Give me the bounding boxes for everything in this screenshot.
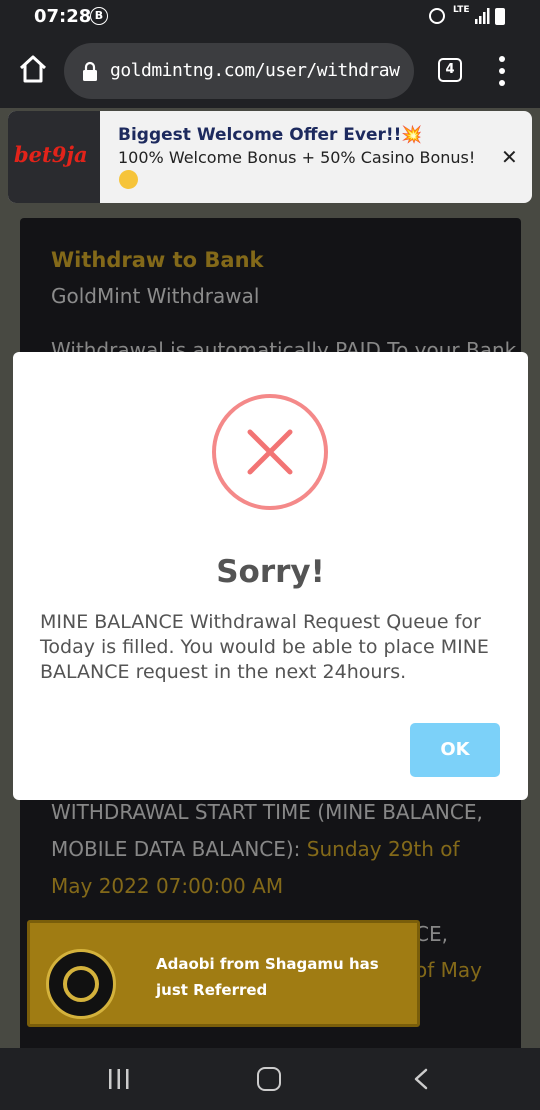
system-nav-bar <box>0 1048 540 1110</box>
logo-inner-ring <box>63 966 99 1002</box>
alarm-icon <box>429 8 445 24</box>
error-dialog: Sorry! MINE BALANCE Withdrawal Request Q… <box>13 352 528 800</box>
ad-text: 100% Welcome Bonus + 50% Casino Bonus! <box>118 148 476 167</box>
ad-banner[interactable]: bet9ja Biggest Welcome Offer Ever!!💥 100… <box>8 111 532 203</box>
ad-title: Biggest Welcome Offer Ever!!💥 <box>118 125 423 145</box>
ad-close-button[interactable]: ✕ <box>501 145 518 169</box>
card-subtitle: GoldMint Withdrawal <box>51 284 260 308</box>
ad-logo-text: bet9ja <box>14 142 88 167</box>
lte-label: LTE <box>453 5 470 15</box>
status-time: 07:28 <box>34 6 92 27</box>
lock-icon <box>83 61 97 81</box>
goldmint-logo-icon <box>46 949 116 1019</box>
referral-toast[interactable]: Adaobi from Shagamu has just Referred <box>27 920 420 1027</box>
address-bar[interactable]: goldmintng.com/user/withdraw <box>64 43 414 99</box>
home-icon[interactable] <box>16 52 50 86</box>
status-bar: 07:28 B LTE <box>0 0 540 36</box>
back-icon[interactable] <box>412 1068 430 1090</box>
url-text: goldmintng.com/user/withdraw <box>110 60 400 81</box>
more-menu-icon[interactable] <box>492 56 512 86</box>
browser-toolbar: goldmintng.com/user/withdraw 4 <box>0 36 540 108</box>
money-face-emoji-icon <box>119 170 138 189</box>
dialog-title: Sorry! <box>216 554 325 590</box>
recent-apps-icon[interactable] <box>107 1069 131 1089</box>
card-title: Withdraw to Bank <box>51 248 264 272</box>
ad-logo: bet9ja <box>8 111 100 203</box>
battery-icon <box>495 8 505 25</box>
home-nav-icon[interactable] <box>257 1067 281 1091</box>
withdrawal-start-time: WITHDRAWAL START TIME (MINE BALANCE, MOB… <box>51 794 501 905</box>
dialog-message: MINE BALANCE Withdrawal Request Queue fo… <box>40 611 489 683</box>
signal-icon <box>475 8 490 24</box>
tab-switcher-button[interactable]: 4 <box>438 58 462 82</box>
toast-message: Adaobi from Shagamu has just Referred <box>156 955 379 999</box>
obscured-accent-line: of May <box>415 958 482 982</box>
ok-button[interactable]: OK <box>410 723 500 777</box>
b-badge-icon: B <box>90 7 108 25</box>
error-x-icon <box>212 394 328 510</box>
